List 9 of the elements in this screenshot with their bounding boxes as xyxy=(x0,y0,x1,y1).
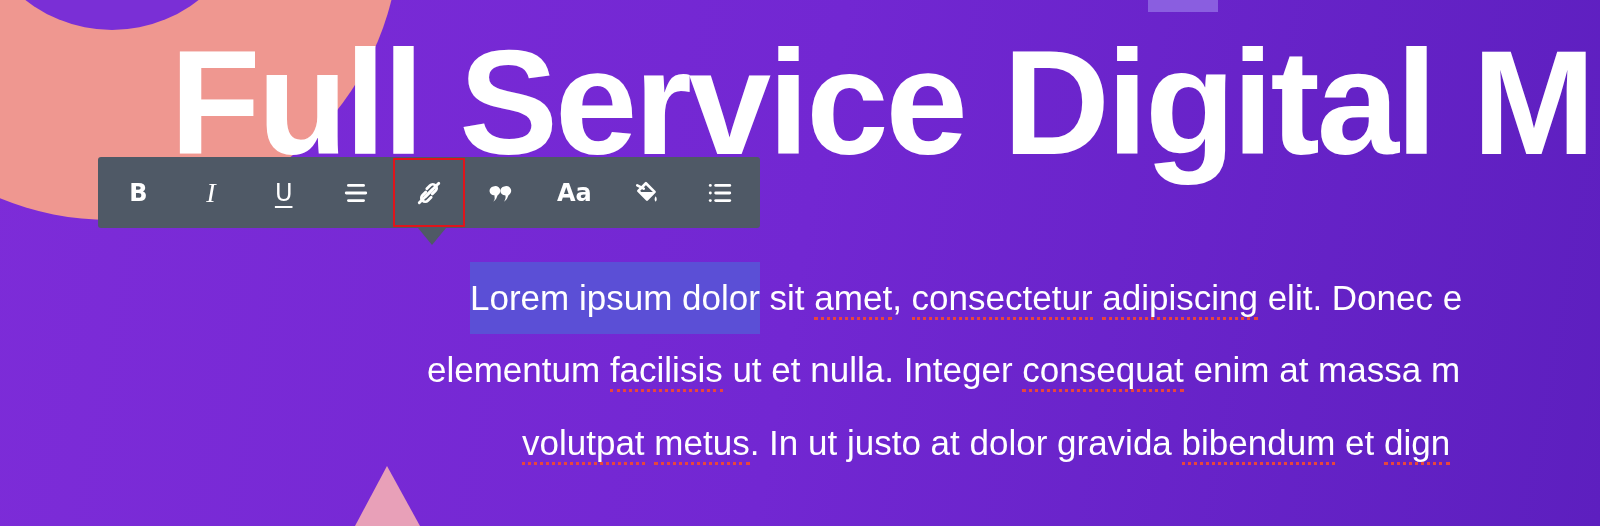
font-button[interactable]: Aa xyxy=(538,158,611,227)
triangle-shape xyxy=(355,466,420,526)
link-button[interactable] xyxy=(392,158,466,227)
paragraph-line: volutpat metus. In ut justo at dolor gravida bibendum et dign xyxy=(0,408,1600,481)
paragraph-line: Lorem ipsum dolor sit amet, consectetur adipiscing elit. Donec e xyxy=(0,262,1600,335)
square-shape xyxy=(1148,0,1218,12)
bold-button[interactable]: B xyxy=(102,158,175,227)
paragraph-line: elementum facilisis ut et nulla. Integer consequat enim at massa m xyxy=(0,335,1600,408)
link-icon xyxy=(416,179,442,206)
